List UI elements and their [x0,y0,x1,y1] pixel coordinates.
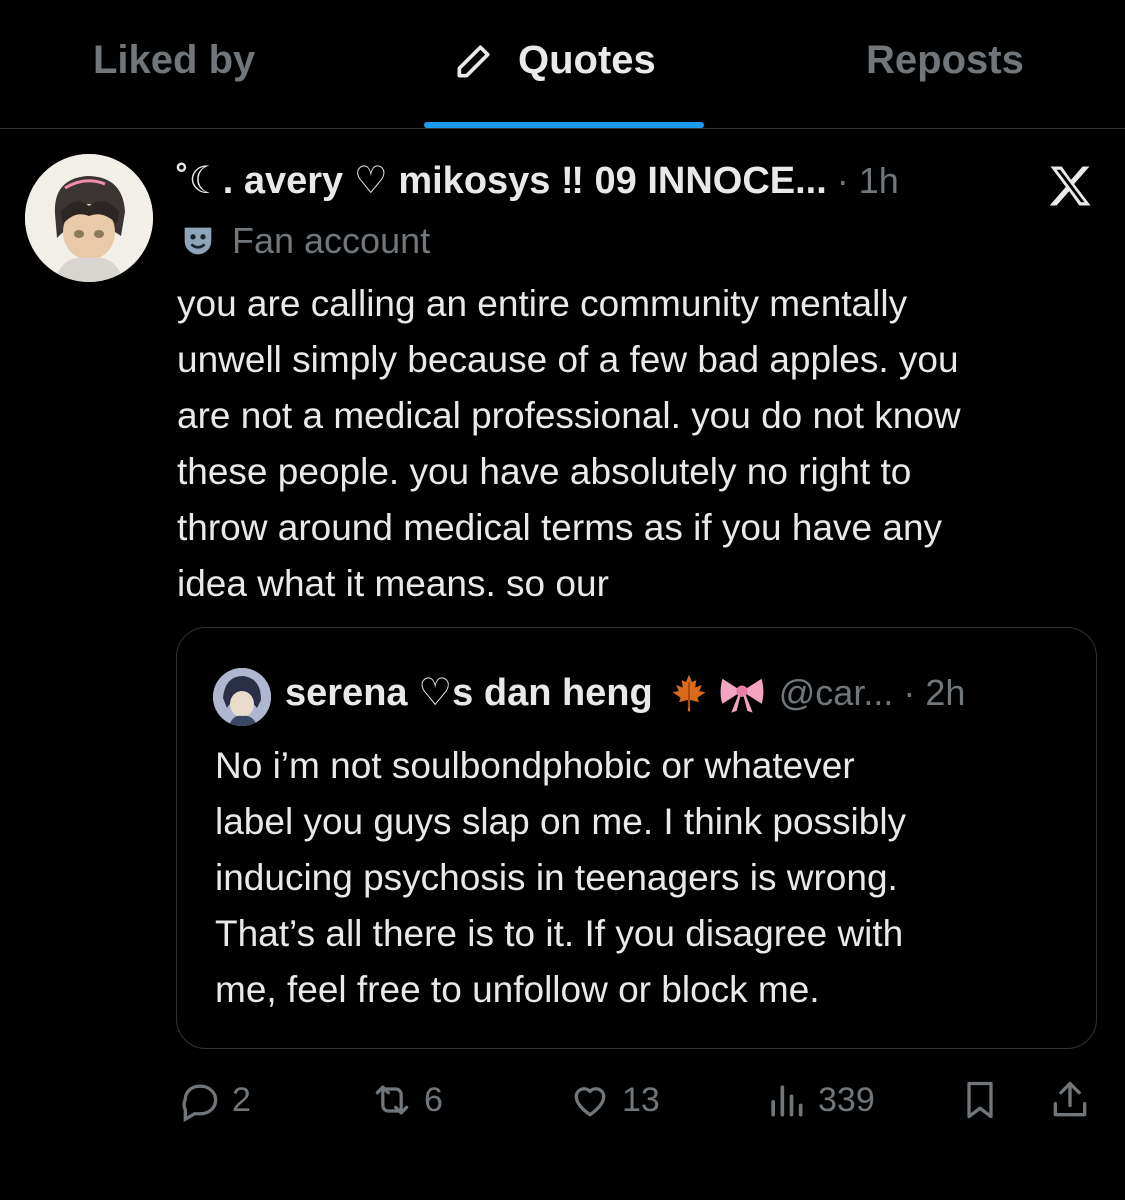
heart-icon [574,1087,606,1117]
tab-bar: Liked by Quotes Reposts [0,0,1125,129]
quoted-avatar [213,668,271,726]
views-count: 339 [818,1080,875,1119]
ribbon-icon [720,678,764,713]
active-tab-indicator [424,122,704,128]
account-label-text: Fan account [232,220,431,261]
quoted-post-card[interactable]: serena ♡s dan heng @car... · 2h No i’m n… [176,627,1097,1049]
post-body: you are calling an entire community ment… [177,283,961,604]
quoted-body: No i’m not soulbondphobic or whatever la… [215,745,907,1010]
share-icon [1053,1081,1087,1117]
tab-quotes[interactable]: Quotes [452,38,656,83]
post-time[interactable]: · 1h [837,160,899,202]
tab-reposts[interactable]: Reposts [866,38,1024,83]
maple-leaf-icon [672,674,706,711]
repost-icon [375,1085,409,1115]
repost-count: 6 [424,1080,443,1119]
avatar[interactable] [25,154,153,282]
repost-button[interactable]: 6 [370,1078,443,1122]
views-button[interactable]: 339 [764,1078,875,1122]
tab-liked-by[interactable]: Liked by [93,38,255,83]
reply-button[interactable]: 2 [178,1078,251,1122]
bookmark-button[interactable] [958,1078,1002,1122]
bookmark-icon [967,1081,993,1119]
quoted-emoji-group [667,671,767,715]
views-chart-icon [771,1085,803,1117]
avatar-image [25,154,153,282]
like-button[interactable]: 13 [568,1078,660,1122]
theater-mask-icon [184,227,212,255]
post-header: ˚☾. avery ♡ mikosys ‼ 09 INNOCE... · 1h [176,158,899,203]
quoted-display-name: serena ♡s dan heng [285,672,653,714]
reply-icon [182,1084,218,1122]
x-logo-icon[interactable] [1044,160,1096,212]
like-count: 13 [622,1080,660,1119]
display-name[interactable]: ˚☾. avery ♡ mikosys ‼ 09 INNOCE... [176,158,827,203]
pencil-icon [457,44,490,77]
quoted-handle-time: @car... · 2h [778,671,966,713]
action-bar: 2 6 13 339 [0,1078,1125,1128]
share-button[interactable] [1048,1078,1092,1122]
tab-quotes-label: Quotes [518,38,656,82]
reply-count: 2 [232,1080,251,1119]
account-label[interactable]: Fan account [178,220,430,262]
quoted-header: serena ♡s dan heng @car... · 2h [285,670,965,715]
